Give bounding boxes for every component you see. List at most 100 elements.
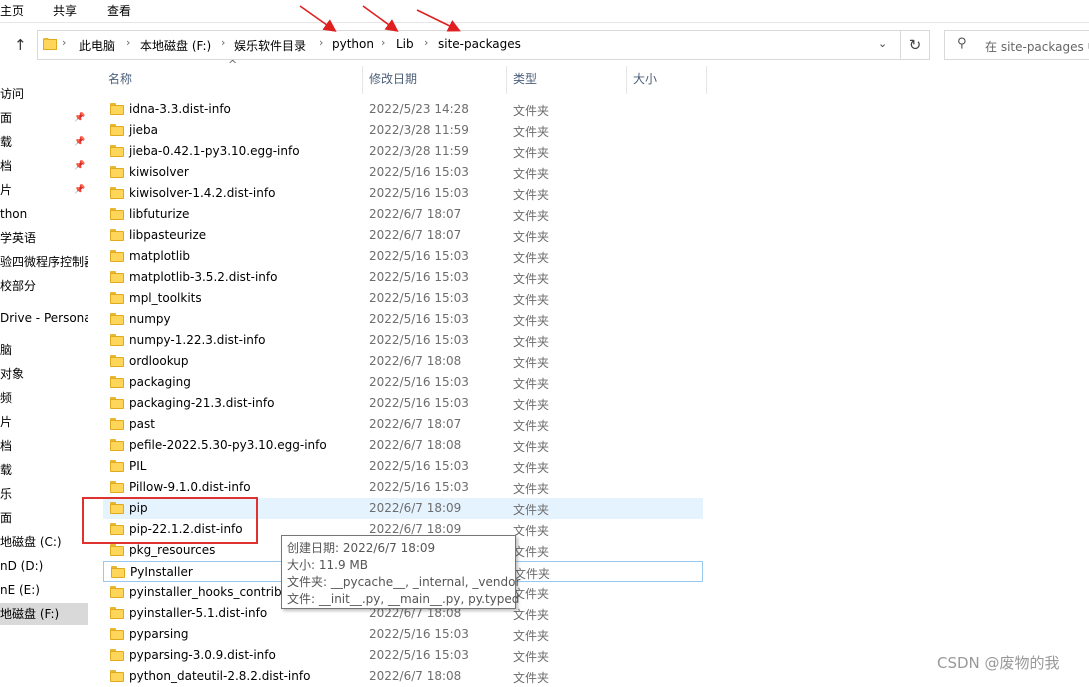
file-name: numpy-1.22.3.dist-info (129, 333, 266, 347)
file-type: 文件夹 (513, 314, 550, 328)
column-divider[interactable] (506, 66, 507, 94)
sidebar-item-label: nE (E:) (0, 583, 40, 597)
sidebar-item[interactable]: 载 (0, 459, 88, 481)
file-row[interactable]: jieba 2022/3/28 11:59 文件夹 (103, 120, 703, 141)
ribbon-tab-home[interactable]: 主页 (0, 2, 24, 19)
file-row[interactable]: matplotlib 2022/5/16 15:03 文件夹 (103, 246, 703, 267)
ribbon-tabs: 主页 共享 查看 (0, 0, 1089, 23)
column-header-type[interactable]: 类型 (513, 66, 537, 92)
file-type: 文件夹 (513, 209, 550, 223)
sidebar-item[interactable]: 访问 (0, 83, 88, 105)
file-name: PIL (129, 459, 147, 473)
sidebar-item[interactable]: 学英语 (0, 227, 88, 249)
file-name: libpasteurize (129, 228, 207, 242)
file-date: 2022/5/16 15:03 (369, 270, 469, 284)
file-row[interactable]: mpl_toolkits 2022/5/16 15:03 文件夹 (103, 288, 703, 309)
column-header-date[interactable]: 修改日期 (369, 66, 417, 92)
file-type: 文件夹 (513, 230, 550, 244)
file-type: 文件夹 (513, 335, 550, 349)
sidebar-item[interactable]: nD (D:) (0, 555, 88, 577)
file-row[interactable]: pefile-2022.5.30-py3.10.egg-info 2022/6/7… (103, 435, 703, 456)
file-row[interactable]: pyparsing-3.0.9.dist-info 2022/5/16 15:03… (103, 645, 703, 666)
file-date: 2022/5/16 15:03 (369, 648, 469, 662)
sidebar-item[interactable]: 频 (0, 387, 88, 409)
folder-icon (110, 670, 124, 682)
sidebar-item-label: 乐 (0, 487, 13, 501)
file-name: kiwisolver-1.4.2.dist-info (129, 186, 276, 200)
column-divider[interactable] (626, 66, 627, 94)
sidebar-item-label: 面 (0, 111, 13, 125)
sidebar-item[interactable]: 乐 (0, 483, 88, 505)
sidebar-item[interactable]: 地磁盘 (F:) (0, 603, 88, 625)
file-row[interactable]: past 2022/6/7 18:07 文件夹 (103, 414, 703, 435)
column-header-name[interactable]: 名称 (108, 66, 132, 92)
file-row[interactable]: ordlookup 2022/6/7 18:08 文件夹 (103, 351, 703, 372)
sidebar-item[interactable]: 载 📌 (0, 131, 88, 153)
sidebar-item[interactable]: 面 📌 (0, 107, 88, 129)
file-row[interactable]: python_dateutil-2.8.2.dist-info 2022/6/7 … (103, 666, 703, 687)
folder-icon (110, 208, 124, 220)
file-row[interactable]: jieba-0.42.1-py3.10.egg-info 2022/3/28 11… (103, 141, 703, 162)
file-date: 2022/5/16 15:03 (369, 291, 469, 305)
column-divider[interactable] (362, 66, 363, 94)
file-row[interactable]: numpy 2022/5/16 15:03 文件夹 (103, 309, 703, 330)
file-row[interactable]: PIL 2022/5/16 15:03 文件夹 (103, 456, 703, 477)
folder-info-tooltip: 创建日期: 2022/6/7 18:09 大小: 11.9 MB 文件夹: __… (281, 535, 520, 609)
file-name: jieba (129, 123, 159, 137)
file-name: pyinstaller_hooks_contrib- (129, 585, 286, 599)
file-row[interactable]: pyparsing 2022/5/16 15:03 文件夹 (103, 624, 703, 645)
up-arrow-icon[interactable]: ↑ (14, 36, 27, 54)
column-divider[interactable] (706, 66, 707, 94)
file-row[interactable]: matplotlib-3.5.2.dist-info 2022/5/16 15:0… (103, 267, 703, 288)
sidebar-item[interactable]: 档 📌 (0, 155, 88, 177)
breadcrumb-separator-icon: › (62, 36, 67, 49)
column-header-size[interactable]: 大小 (633, 66, 657, 92)
file-row[interactable]: libpasteurize 2022/6/7 18:07 文件夹 (103, 225, 703, 246)
sidebar-item[interactable]: 验四微程序控制器 (0, 251, 88, 273)
folder-icon (110, 166, 124, 178)
folder-icon (110, 397, 124, 409)
file-type: 文件夹 (513, 377, 550, 391)
file-row[interactable]: libfuturize 2022/6/7 18:07 文件夹 (103, 204, 703, 225)
sidebar-item[interactable]: 地磁盘 (C:) (0, 531, 88, 553)
sidebar-item[interactable]: nE (E:) (0, 579, 88, 601)
file-row[interactable]: kiwisolver 2022/5/16 15:03 文件夹 (103, 162, 703, 183)
file-date: 2022/3/28 11:59 (369, 123, 469, 137)
red-arrow-icon (416, 9, 461, 32)
breadcrumb-drive-f[interactable]: 本地磁盘 (F:) (140, 37, 211, 54)
sidebar-item[interactable]: 档 (0, 435, 88, 457)
sidebar-item[interactable]: 面 (0, 507, 88, 529)
sidebar-item[interactable]: Drive - Persona (0, 307, 88, 329)
folder-icon (110, 460, 124, 472)
pin-icon: 📌 (74, 185, 86, 195)
folder-icon (110, 376, 124, 388)
ribbon-tab-share[interactable]: 共享 (53, 2, 77, 19)
sidebar-item[interactable]: 脑 (0, 339, 88, 361)
file-type: 文件夹 (513, 272, 550, 286)
refresh-icon[interactable]: ↻ (901, 30, 930, 60)
file-row[interactable]: numpy-1.22.3.dist-info 2022/5/16 15:03 文件夹 (103, 330, 703, 351)
sidebar-item[interactable]: 校部分 (0, 275, 88, 297)
sidebar-item-label: 片 (0, 183, 13, 197)
breadcrumb-this-pc[interactable]: 此电脑 (79, 37, 115, 54)
ribbon-tab-view[interactable]: 查看 (107, 2, 131, 19)
sidebar-item[interactable]: 片 📌 (0, 179, 88, 201)
file-name: pkg_resources (129, 543, 216, 557)
file-date: 2022/5/23 14:28 (369, 102, 469, 116)
file-date: 2022/5/16 15:03 (369, 312, 469, 326)
file-row[interactable]: idna-3.3.dist-info 2022/5/23 14:28 文件夹 (103, 99, 703, 120)
sidebar-item[interactable]: 对象 (0, 363, 88, 385)
sidebar-item[interactable]: thon (0, 203, 88, 225)
file-row[interactable]: Pillow-9.1.0.dist-info 2022/5/16 15:03 文件夹 (103, 477, 703, 498)
tooltip-line: 文件夹: __pycache__, _internal, _vendor (287, 575, 521, 589)
file-type: 文件夹 (513, 650, 550, 664)
file-name: libfuturize (129, 207, 190, 221)
chevron-down-icon[interactable]: ⌄ (878, 37, 887, 50)
search-input[interactable]: ⚲ 在 site-packages 中搜索 (944, 30, 1089, 60)
file-row[interactable]: packaging-21.3.dist-info 2022/5/16 15:03 文… (103, 393, 703, 414)
sidebar-item[interactable]: 片 (0, 411, 88, 433)
file-type: 文件夹 (513, 608, 550, 622)
file-row[interactable]: kiwisolver-1.4.2.dist-info 2022/5/16 15:0… (103, 183, 703, 204)
file-type: 文件夹 (513, 293, 550, 307)
file-row[interactable]: packaging 2022/5/16 15:03 文件夹 (103, 372, 703, 393)
